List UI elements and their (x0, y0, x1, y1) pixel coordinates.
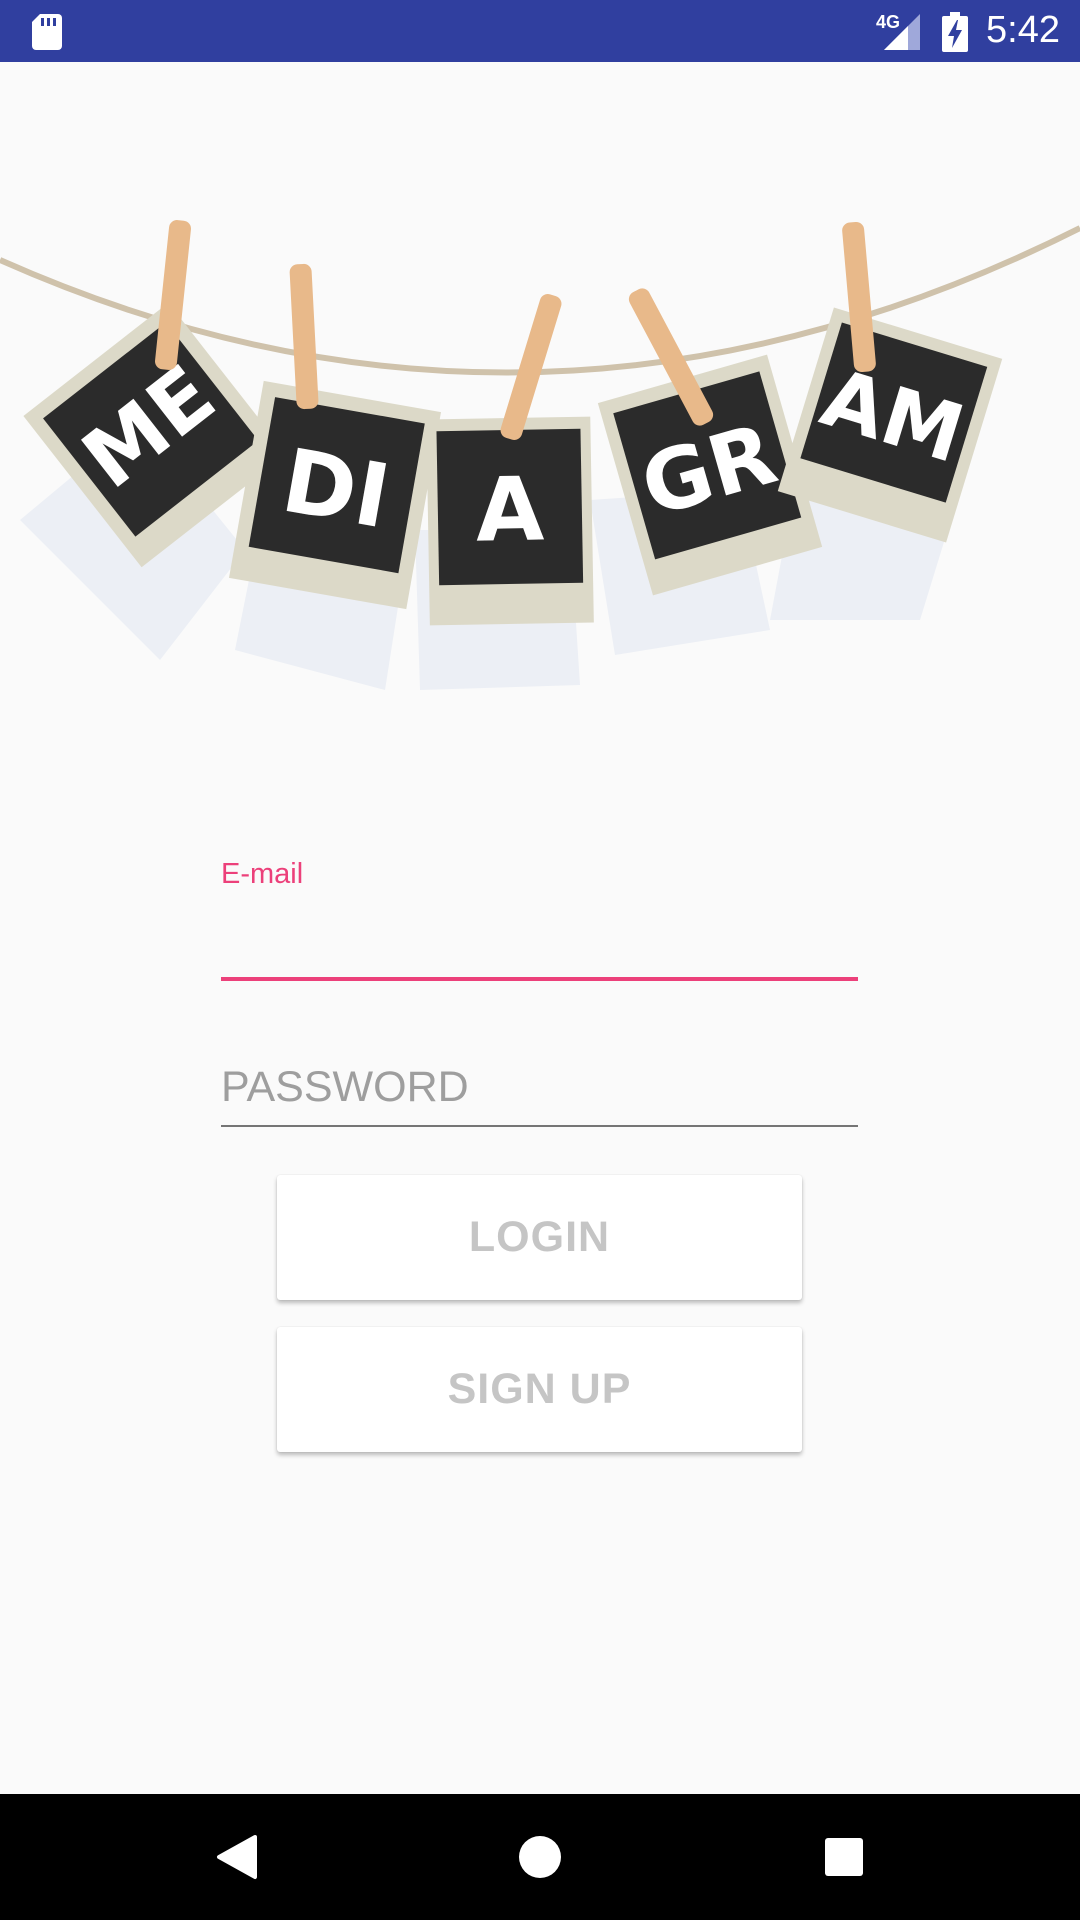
password-field[interactable] (221, 1052, 858, 1122)
battery-charging-icon (942, 12, 968, 52)
clock: 5:42 (986, 9, 1060, 51)
password-field-group (221, 1052, 858, 1128)
email-label: E-mail (221, 858, 304, 890)
home-icon (519, 1836, 561, 1878)
login-button[interactable]: LOGIN (277, 1175, 802, 1300)
back-icon (217, 1835, 257, 1879)
email-underline (221, 977, 858, 981)
recents-button[interactable] (781, 1794, 907, 1920)
status-bar: 4G 5:42 (0, 0, 1080, 62)
signup-button[interactable]: SIGN UP (277, 1327, 802, 1452)
home-button[interactable] (477, 1794, 603, 1920)
sd-card-icon (32, 14, 62, 50)
email-field-group: E-mail (221, 850, 858, 985)
logo-card-a-text: A (475, 457, 545, 561)
signal-icon (884, 14, 920, 50)
mediagram-logo: ME DI A GR AM (0, 220, 1080, 690)
recents-icon (825, 1838, 863, 1876)
email-field[interactable] (221, 910, 858, 970)
logo-card-di-text: DI (275, 429, 397, 549)
logo-card-a: A (426, 416, 594, 626)
password-underline (221, 1125, 858, 1127)
logo-card-di: DI (229, 380, 441, 610)
navigation-bar (0, 1794, 1080, 1920)
back-button[interactable] (174, 1794, 300, 1920)
